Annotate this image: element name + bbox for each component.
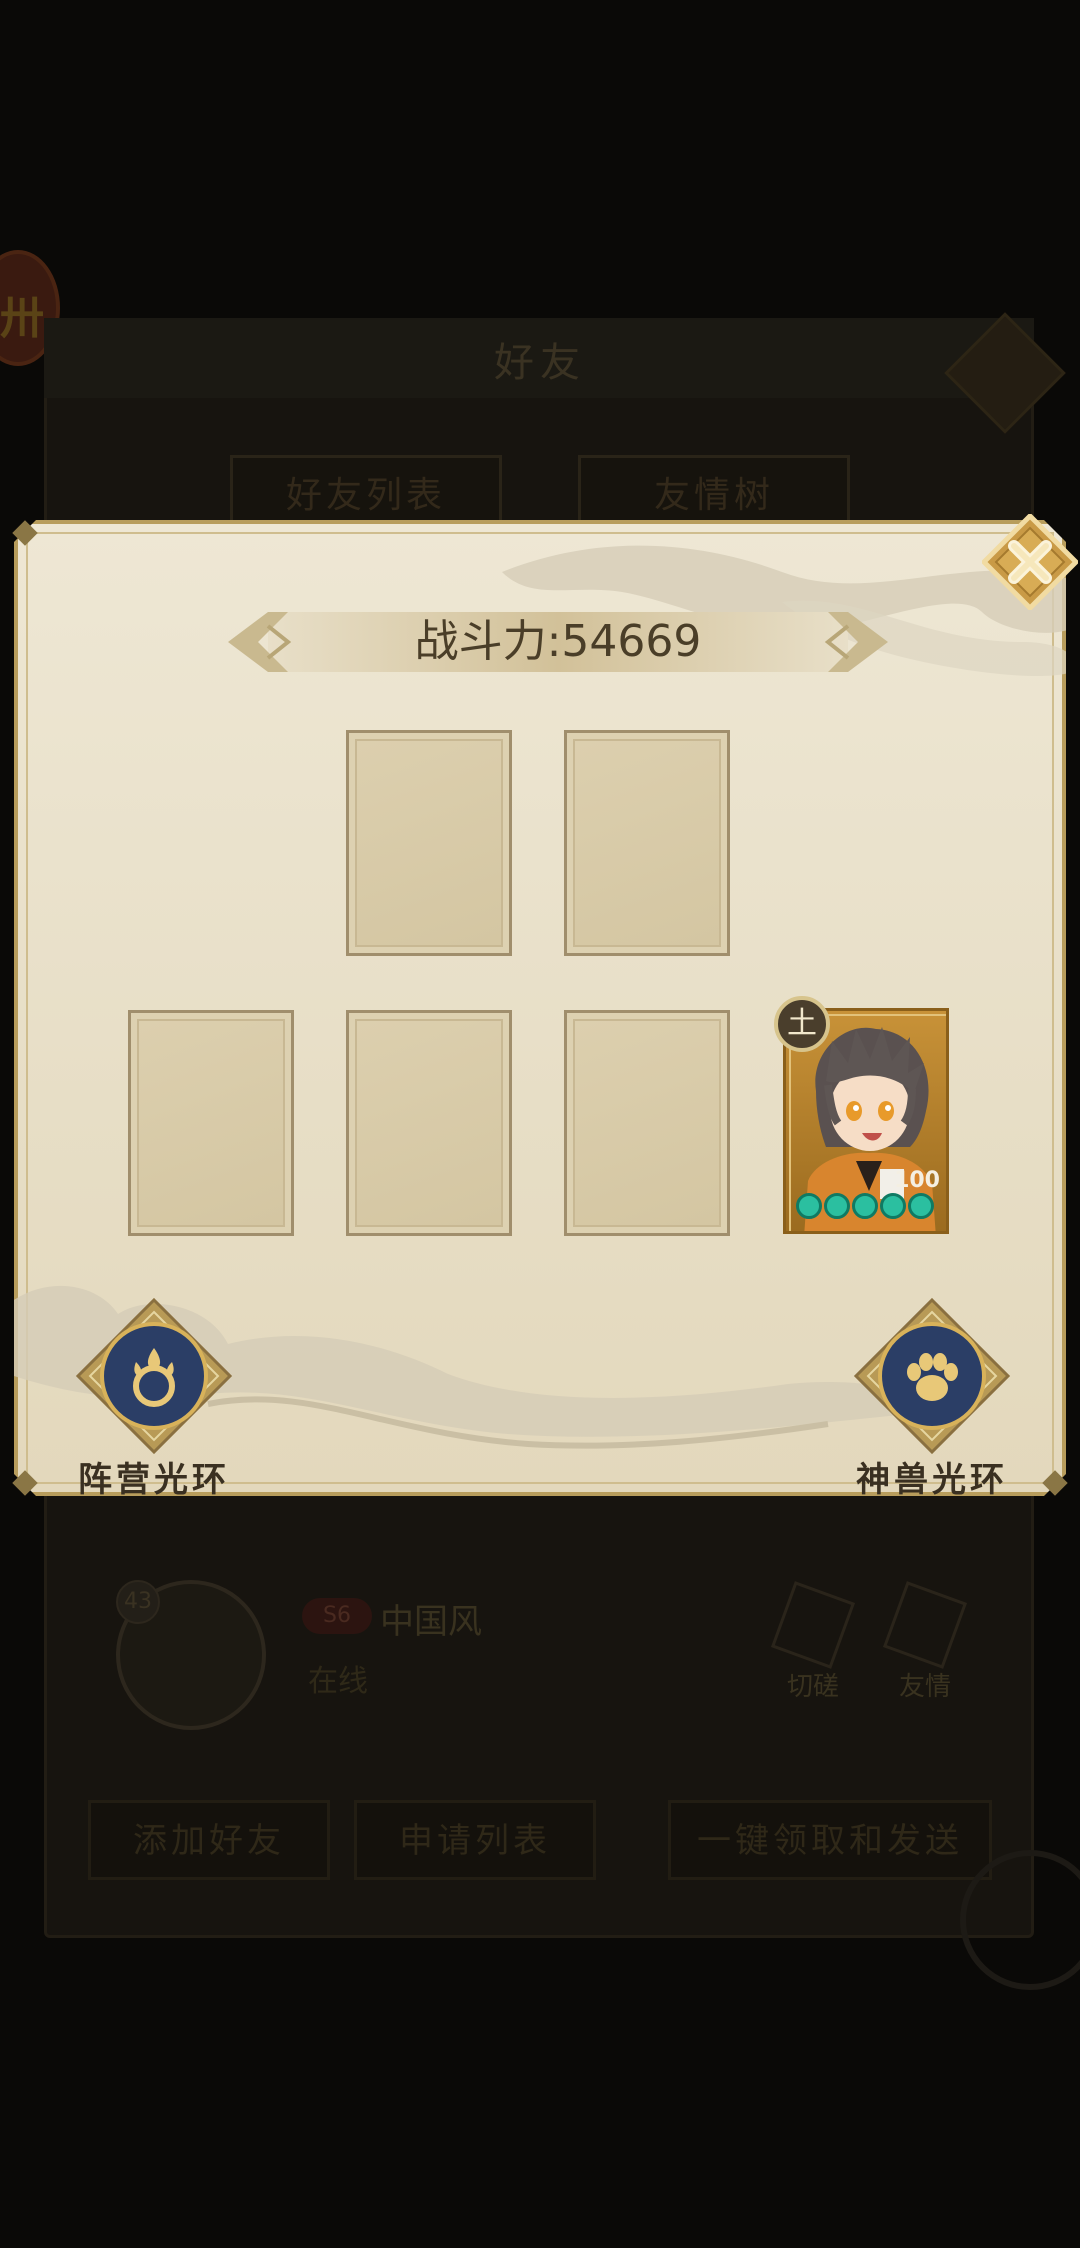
star-icon	[880, 1193, 906, 1219]
empty-hero-slot	[346, 730, 512, 956]
add-friend-button: 添加好友	[88, 1800, 330, 1880]
star-icon	[908, 1193, 934, 1219]
empty-hero-slot	[346, 1010, 512, 1236]
friend-vip-badge: S6	[302, 1598, 372, 1634]
earth-element-badge: 土	[774, 996, 830, 1052]
empty-hero-slot	[564, 1010, 730, 1236]
battle-power-text: 战斗力:54669	[414, 616, 702, 667]
star-icon	[852, 1193, 878, 1219]
crossed-swords-icon	[770, 1581, 856, 1669]
friend-panel-title: 好友	[494, 340, 586, 386]
empty-hero-slot	[564, 730, 730, 956]
gift-card-icon	[882, 1581, 968, 1669]
empty-hero-slot	[128, 1010, 294, 1236]
battle-power-banner: 战斗力:54669	[228, 606, 888, 678]
hero-star-rating	[796, 1193, 934, 1223]
tab-friendship-tree: 友情树	[578, 455, 850, 531]
star-icon	[796, 1193, 822, 1219]
camp-aura-label: 阵营光环	[78, 1460, 230, 1500]
claim-and-send-all-button: 一键领取和发送	[668, 1800, 992, 1880]
spar-action: 切磋	[768, 1581, 858, 1703]
paw-print-icon	[852, 1296, 1012, 1456]
beast-aura-label: 神兽光环	[856, 1460, 1008, 1500]
hero-level: 100	[894, 1168, 940, 1193]
friend-name: 中国风	[380, 1602, 482, 1642]
beast-aura-button[interactable]	[852, 1296, 1012, 1456]
camp-aura-button[interactable]	[74, 1296, 234, 1456]
star-icon	[824, 1193, 850, 1219]
friend-level-badge: 43	[116, 1580, 160, 1624]
friend-list-item: 43 S6 中国风 在线 切磋 友情	[80, 1560, 1000, 1760]
close-button[interactable]	[980, 512, 1080, 612]
friendship-action: 友情	[880, 1581, 970, 1703]
close-icon	[980, 512, 1080, 612]
friend-status: 在线	[308, 1664, 368, 1699]
request-list-button: 申请列表	[354, 1800, 596, 1880]
tab-friend-list: 好友列表	[230, 455, 502, 531]
flame-ring-icon	[74, 1296, 234, 1456]
